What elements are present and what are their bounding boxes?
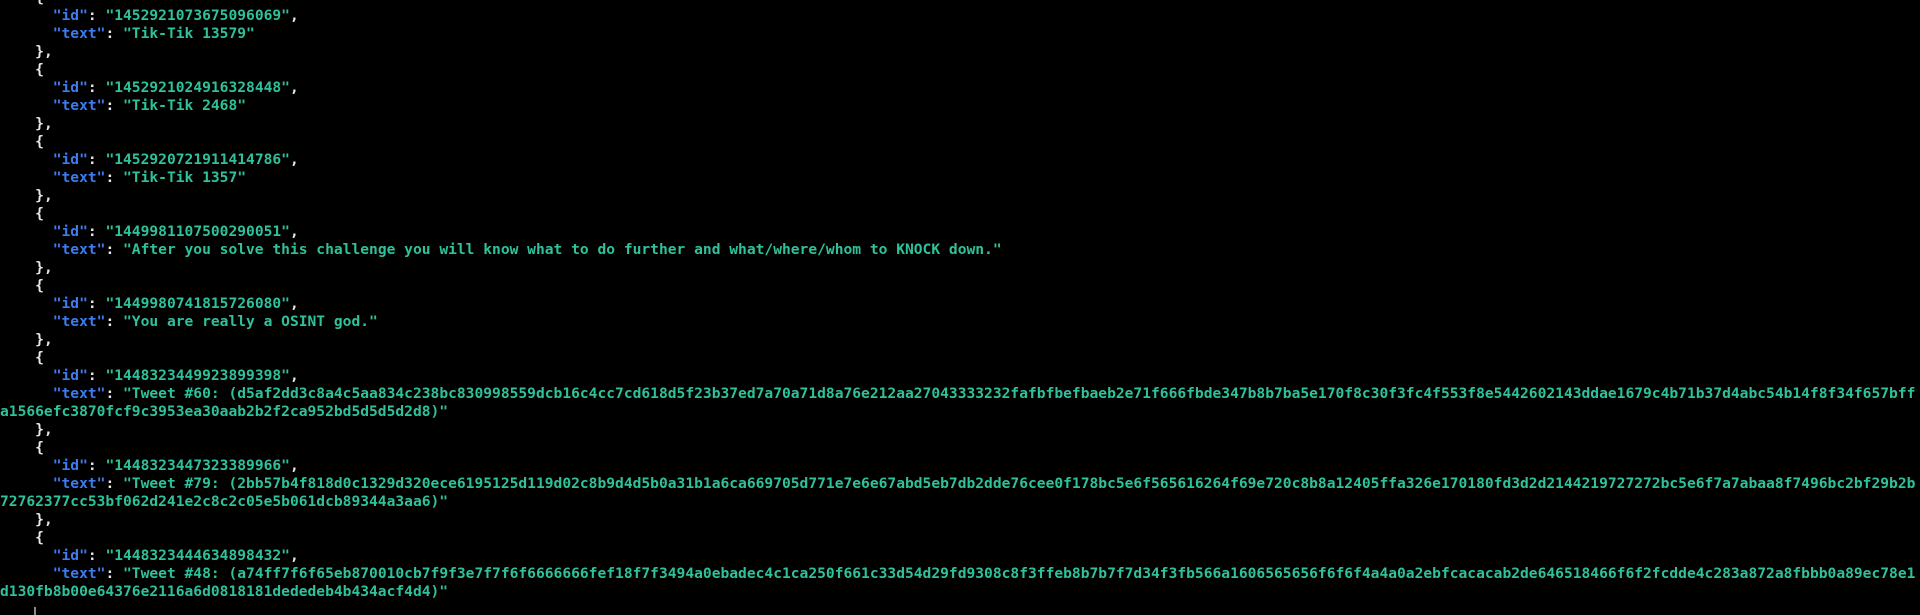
json-line: {: [0, 205, 1920, 223]
json-line: },: [0, 43, 1920, 61]
json-line: "id": "1448323444634898432",: [52, 547, 299, 564]
text-key: "text": [52, 385, 106, 402]
close-brace: },: [35, 511, 53, 528]
text-key: "text": [52, 475, 106, 492]
json-line: {: [0, 277, 1920, 295]
open-brace: {: [35, 0, 44, 6]
json-line: "text": "Tweet #48: (a74ff7f6f65eb870010…: [0, 565, 1916, 600]
close-brace: },: [35, 43, 53, 60]
open-brace: {: [35, 529, 44, 546]
id-value: "1448323444634898432": [105, 547, 290, 564]
id-value: "1449980741815726080": [105, 295, 290, 312]
text-value: "Tweet #79: (2bb57b4f818d0c1329d320ece61…: [0, 475, 1916, 510]
json-line: "id": "1452920721911414786",: [52, 151, 299, 168]
id-key: "id": [52, 547, 88, 564]
json-line: },: [0, 511, 1920, 529]
json-line: },: [0, 259, 1920, 277]
json-line: "id": "1449980741815726080",: [52, 295, 299, 312]
id-value: "1449981107500290051": [105, 223, 290, 240]
id-key: "id": [52, 7, 88, 24]
text-value: "After you solve this challenge you will…: [123, 241, 1002, 258]
close-brace: },: [35, 259, 53, 276]
cut-off-line: [34, 607, 36, 615]
close-brace: },: [35, 115, 53, 132]
json-line: },: [0, 421, 1920, 439]
text-key: "text": [52, 313, 106, 330]
open-brace: {: [35, 133, 44, 150]
json-line: },: [0, 187, 1920, 205]
id-key: "id": [52, 151, 88, 168]
json-line: "text": "Tik-Tik 13579": [52, 25, 255, 42]
json-line: "text": "Tweet #60: (d5af2dd3c8a4c5aa834…: [0, 385, 1916, 420]
text-value: "Tweet #60: (d5af2dd3c8a4c5aa834c238bc83…: [0, 385, 1916, 420]
close-brace: },: [35, 331, 53, 348]
id-value: "1452921073675096069": [105, 7, 290, 24]
json-line: "text": "Tweet #79: (2bb57b4f818d0c1329d…: [0, 475, 1916, 510]
id-value: "1452921024916328448": [105, 79, 290, 96]
json-line: {: [0, 439, 1920, 457]
text-value: "Tweet #48: (a74ff7f6f65eb870010cb7f9f3e…: [0, 565, 1916, 600]
json-line: {: [0, 529, 1920, 547]
open-brace: {: [35, 61, 44, 78]
id-key: "id": [52, 295, 88, 312]
text-key: "text": [52, 565, 106, 582]
text-value: "Tik-Tik 2468": [123, 97, 247, 114]
text-value: "You are really a OSINT god.": [123, 313, 378, 330]
json-line: "text": "Tik-Tik 1357": [52, 169, 247, 186]
close-brace: },: [35, 187, 53, 204]
json-line: },: [0, 331, 1920, 349]
id-value: "1448323447323389966": [105, 457, 290, 474]
json-line: "text": "You are really a OSINT god.": [52, 313, 378, 330]
json-line: "id": "1448323447323389966",: [52, 457, 299, 474]
open-brace: {: [35, 277, 44, 294]
json-line: "text": "After you solve this challenge …: [52, 241, 1002, 258]
open-brace: {: [35, 439, 44, 456]
json-line: {: [0, 349, 1920, 367]
json-line: "text": "Tik-Tik 2468": [52, 97, 247, 114]
id-value: "1452920721911414786": [105, 151, 290, 168]
text-value: "Tik-Tik 13579": [123, 25, 255, 42]
text-key: "text": [52, 241, 106, 258]
close-brace: },: [35, 421, 53, 438]
json-line: {: [0, 61, 1920, 79]
id-key: "id": [52, 223, 88, 240]
text-key: "text": [52, 25, 106, 42]
json-line: "id": "1452921024916328448",: [52, 79, 299, 96]
id-key: "id": [52, 79, 88, 96]
json-line: },: [0, 115, 1920, 133]
terminal-output: { "id": "1452921073675096069", "text": "…: [0, 0, 1920, 601]
text-value: "Tik-Tik 1357": [123, 169, 247, 186]
open-brace: {: [35, 349, 44, 366]
json-line: {: [0, 133, 1920, 151]
json-line: "id": "1452921073675096069",: [52, 7, 299, 24]
json-line: "id": "1448323449923899398",: [52, 367, 299, 384]
id-key: "id": [52, 457, 88, 474]
id-value: "1448323449923899398": [105, 367, 290, 384]
open-brace: {: [35, 205, 44, 222]
id-key: "id": [52, 367, 88, 384]
json-line: {: [0, 0, 1920, 7]
text-key: "text": [52, 169, 106, 186]
json-line: "id": "1449981107500290051",: [52, 223, 299, 240]
text-key: "text": [52, 97, 106, 114]
